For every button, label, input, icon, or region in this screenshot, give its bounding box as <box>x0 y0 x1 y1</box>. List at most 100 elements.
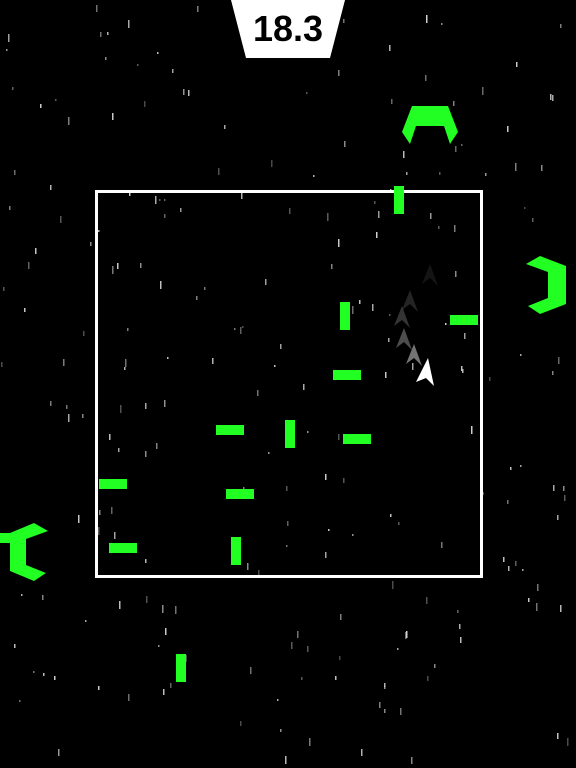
star <box>391 99 393 104</box>
star <box>537 584 539 591</box>
star <box>297 631 299 638</box>
star <box>441 23 443 25</box>
star <box>379 702 381 708</box>
star <box>558 357 560 364</box>
star <box>552 95 554 101</box>
arrowhead-ship-icon <box>416 358 434 386</box>
star <box>557 515 559 520</box>
star <box>240 721 242 726</box>
star <box>515 163 517 171</box>
star <box>306 4 308 11</box>
star <box>301 677 303 680</box>
star <box>384 686 386 689</box>
star <box>43 673 45 676</box>
star <box>277 699 279 701</box>
star <box>291 642 293 649</box>
star <box>144 101 146 107</box>
star <box>14 170 16 175</box>
star <box>485 173 487 176</box>
star <box>90 242 92 246</box>
star <box>397 648 399 650</box>
star <box>567 738 569 746</box>
projectile <box>340 302 350 330</box>
star <box>68 414 70 422</box>
star <box>157 52 159 54</box>
star <box>489 377 491 381</box>
star <box>515 561 517 566</box>
star <box>254 23 256 31</box>
projectile <box>394 186 404 214</box>
star <box>28 262 30 269</box>
star <box>507 500 509 504</box>
star <box>82 414 84 418</box>
star <box>426 15 428 23</box>
projectile <box>216 425 244 435</box>
projectile <box>285 420 295 448</box>
star <box>35 248 37 254</box>
projectile <box>99 479 127 489</box>
projectile <box>176 654 186 682</box>
claw-turret-icon <box>0 523 48 581</box>
star <box>553 485 555 491</box>
star <box>406 172 408 175</box>
star <box>66 405 68 409</box>
star <box>550 94 552 100</box>
star <box>522 569 524 571</box>
star <box>309 738 311 746</box>
star <box>12 87 14 90</box>
star <box>85 620 87 622</box>
star <box>42 595 44 600</box>
star <box>520 465 522 467</box>
star <box>172 69 174 73</box>
star <box>100 32 102 37</box>
star <box>536 603 538 611</box>
star <box>508 566 510 571</box>
star <box>426 597 428 604</box>
star <box>112 113 114 120</box>
star <box>333 31 335 39</box>
star <box>317 19 319 23</box>
star <box>439 172 441 175</box>
star <box>524 207 526 209</box>
star <box>163 689 165 695</box>
star <box>9 206 11 210</box>
projectile <box>231 537 241 565</box>
star <box>563 486 565 491</box>
star <box>78 515 80 523</box>
star <box>560 24 562 28</box>
star <box>162 605 164 613</box>
star <box>403 151 405 158</box>
star <box>503 557 505 562</box>
star <box>285 756 287 764</box>
star <box>19 700 21 702</box>
star <box>339 656 341 660</box>
enemy-turret-top <box>402 106 458 144</box>
star <box>434 664 436 668</box>
star <box>271 160 273 167</box>
star <box>250 667 252 674</box>
star <box>55 99 57 101</box>
star <box>188 90 190 96</box>
star <box>457 610 459 613</box>
star <box>361 749 363 756</box>
star <box>425 75 427 81</box>
player-ship[interactable] <box>410 356 440 390</box>
enemy-turret-right <box>526 256 566 314</box>
star <box>128 694 130 701</box>
star <box>560 605 562 612</box>
star <box>510 467 512 470</box>
star <box>392 581 394 589</box>
star <box>146 596 148 603</box>
star <box>105 57 107 60</box>
star <box>460 637 462 643</box>
star <box>400 708 402 715</box>
star <box>307 24 309 29</box>
star <box>165 628 167 635</box>
star <box>6 49 8 51</box>
star <box>218 168 220 175</box>
projectile <box>109 543 137 553</box>
star <box>552 371 554 375</box>
claw-turret-icon <box>526 256 566 314</box>
star <box>8 34 10 42</box>
game-stage[interactable]: 18.3 <box>0 0 576 768</box>
